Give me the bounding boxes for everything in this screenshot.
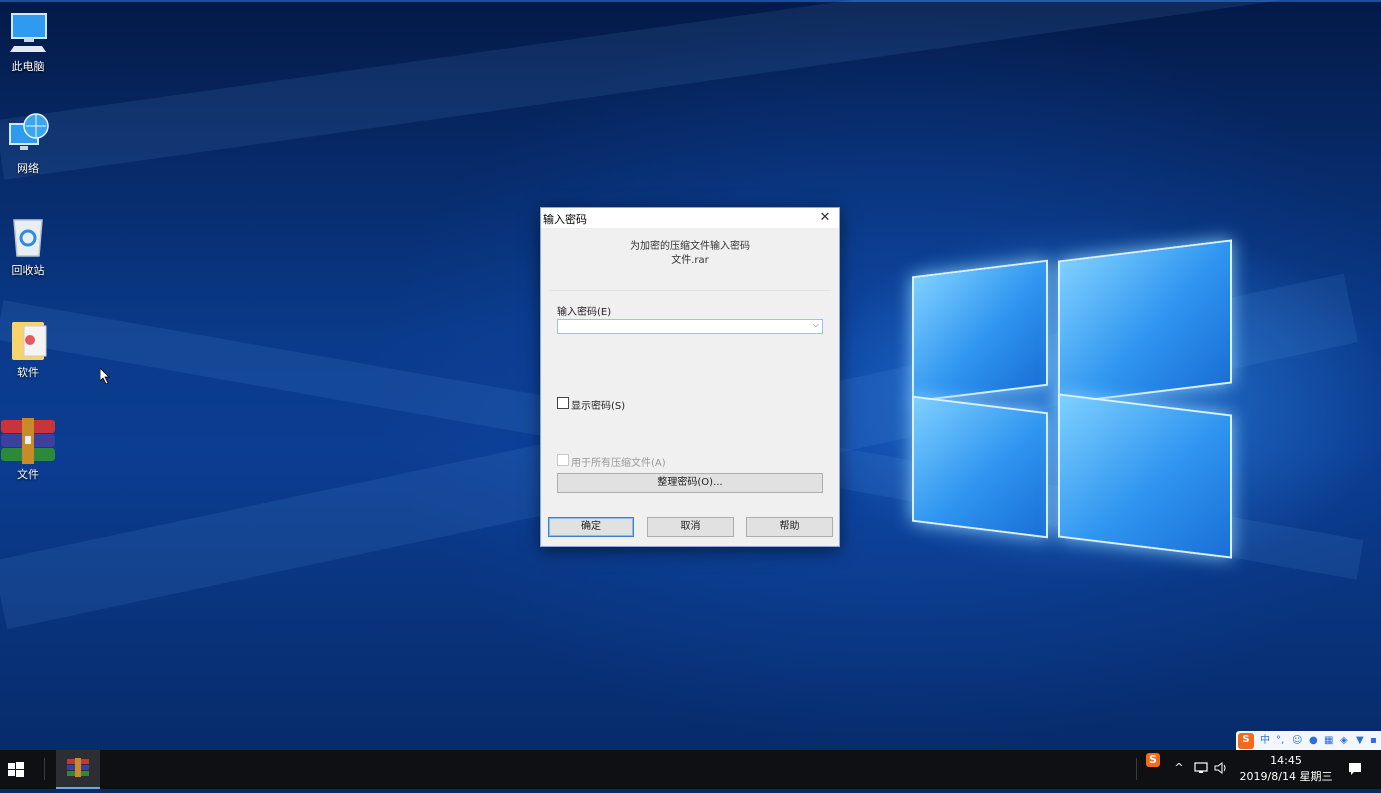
taskbar-clock[interactable]: 14:45 2019/8/14 星期三 [1238,753,1334,785]
ok-button[interactable]: 确定 [548,517,634,537]
winrar-icon [67,758,89,777]
close-icon[interactable]: ✕ [817,210,833,226]
computer-icon [6,10,50,54]
ime-keyboard-icon[interactable]: ▦ [1324,734,1333,748]
chevron-up-icon[interactable]: ^ [1172,761,1186,775]
chevron-down-icon[interactable]: ⌵ [813,320,819,330]
taskbar-separator [44,758,45,780]
password-label: 输入密码(E) [557,307,612,318]
winrar-archive-icon [1,418,55,464]
dialog-title: 输入密码 [543,213,587,226]
folder-icon [6,316,50,360]
clock-date: 2019/8/14 星期三 [1239,770,1333,783]
ime-toolbar: S 中 °, ☺ ● ▦ ◈ ▼ ▪ [1236,731,1381,751]
ime-menu-icon[interactable]: ▪ [1370,734,1377,748]
desktop-icon-label: 网络 [17,162,39,175]
logo-pane-bottom-right [1058,393,1232,559]
show-password-checkbox[interactable] [557,397,569,409]
password-input[interactable]: ⌵ [557,319,823,334]
password-dialog: 输入密码 ✕ 为加密的压缩文件输入密码 文件.rar 输入密码(E) ⌵ 显示密… [540,207,840,547]
password-group: 输入密码(E) ⌵ 显示密码(S) 用于所有压缩文件(A) 整理密码(O)... [549,290,831,501]
desktop-icon-this-pc[interactable]: 此电脑 [2,10,54,74]
sogou-tray-icon[interactable]: S [1146,753,1160,767]
organize-passwords-button[interactable]: 整理密码(O)... [557,473,823,493]
clock-time: 14:45 [1270,754,1302,767]
network-icon [6,112,50,156]
ime-skin-icon[interactable]: ▼ [1356,734,1364,748]
description-text: 为加密的压缩文件输入密码 [630,241,750,252]
desktop-icon-label: 软件 [17,366,39,379]
use-for-all-archives-label: 用于所有压缩文件(A) [571,458,666,469]
start-button[interactable] [0,750,32,789]
archive-filename: 文件.rar [671,255,709,266]
desktop-icon-label: 回收站 [11,264,45,277]
cancel-button[interactable]: 取消 [647,517,734,537]
logo-pane-top-right [1058,239,1232,405]
mouse-cursor [99,367,110,388]
desktop-icon-recycle-bin[interactable]: 回收站 [2,214,54,278]
help-button[interactable]: 帮助 [746,517,833,537]
desktop-icon-archive-file[interactable]: 文件 [1,418,55,482]
windows-logo-icon [8,762,24,777]
ime-mode-toggle[interactable]: 中 [1260,734,1270,748]
taskbar: S ^ 14:45 2019/8/14 星期三 [0,750,1381,789]
use-for-all-archives-checkbox [557,454,569,466]
desktop-icon-network[interactable]: 网络 [2,112,54,176]
ime-voice-icon[interactable]: ● [1309,734,1318,748]
taskbar-separator [1136,758,1137,780]
recycle-bin-icon [6,214,50,258]
notification-icon[interactable] [1348,761,1362,775]
desktop-icon-label: 文件 [17,468,39,481]
ime-logo-icon[interactable]: S [1238,733,1254,749]
desktop-icon-label: 此电脑 [11,60,45,73]
volume-icon[interactable] [1214,761,1228,775]
network-tray-icon[interactable] [1194,761,1208,775]
logo-pane-bottom-left [912,395,1048,539]
dialog-description: 为加密的压缩文件输入密码 文件.rar [541,240,839,268]
light-beam [0,0,1372,180]
taskbar-app-winrar[interactable] [56,750,100,789]
ime-toolbox-icon[interactable]: ◈ [1340,734,1348,748]
show-password-label[interactable]: 显示密码(S) [571,397,625,412]
dialog-title-bar[interactable]: 输入密码 ✕ [541,208,839,228]
desktop-icon-software-folder[interactable]: 软件 [2,316,54,380]
ime-punctuation-toggle[interactable]: °, [1276,734,1284,748]
logo-pane-top-left [912,259,1048,403]
ime-emoji-icon[interactable]: ☺ [1292,734,1302,748]
